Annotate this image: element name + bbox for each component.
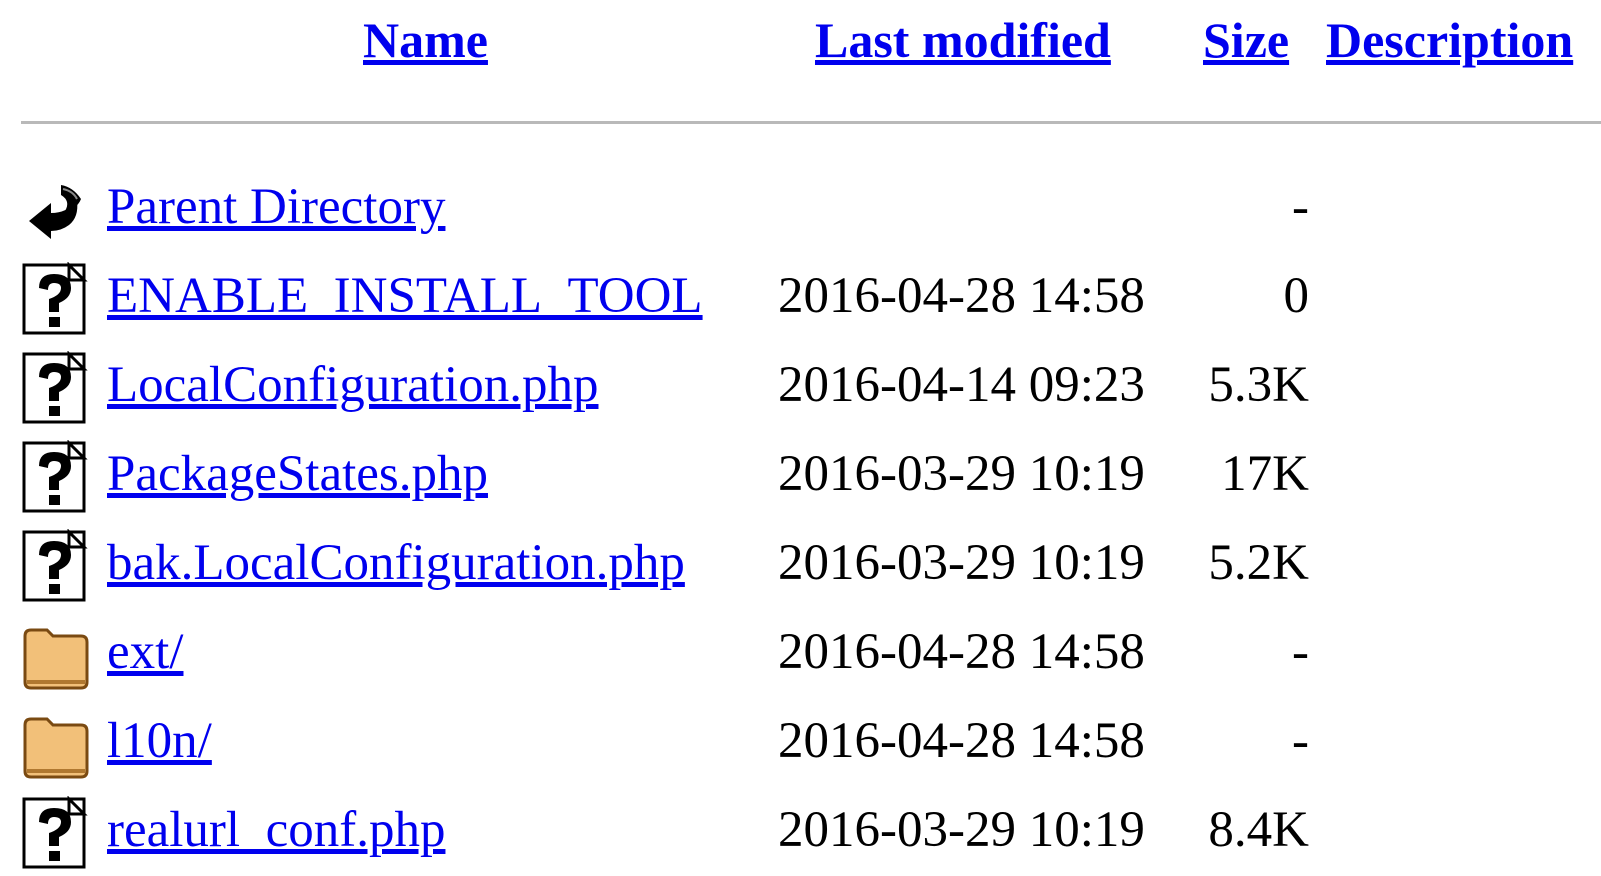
- last-modified: 2016-04-28 14:58: [778, 268, 1145, 324]
- last-modified: 2016-04-28 14:58: [778, 713, 1145, 769]
- file-size: 5.3K: [1208, 357, 1309, 413]
- sort-by-name-link[interactable]: Name: [363, 8, 488, 72]
- sort-by-last-modified-link[interactable]: Last modified: [815, 8, 1111, 72]
- file-link[interactable]: ENABLE_INSTALL_TOOL: [107, 254, 703, 338]
- list-item: bak.LocalConfiguration.php 2016-03-29 10…: [0, 521, 1601, 611]
- list-item: PackageStates.php 2016-03-29 10:19 17K: [0, 432, 1601, 522]
- list-item: ENABLE_INSTALL_TOOL 2016-04-28 14:58 0: [0, 254, 1601, 344]
- list-item: realurl_conf.php 2016-03-29 10:19 8.4K: [0, 788, 1601, 876]
- file-size: -: [1292, 713, 1309, 769]
- sort-by-description-link[interactable]: Description: [1326, 8, 1573, 72]
- folder-icon: [21, 618, 91, 692]
- unknown-file-icon: [21, 529, 91, 603]
- last-modified: 2016-03-29 10:19: [778, 446, 1145, 502]
- last-modified: 2016-03-29 10:19: [778, 802, 1145, 858]
- list-item: LocalConfiguration.php 2016-04-14 09:23 …: [0, 343, 1601, 433]
- file-size: 17K: [1221, 446, 1309, 502]
- unknown-file-icon: [21, 262, 91, 336]
- unknown-file-icon: [21, 351, 91, 425]
- last-modified: 2016-04-14 09:23: [778, 357, 1145, 413]
- header-divider: [21, 121, 1601, 124]
- file-size: -: [1292, 624, 1309, 680]
- last-modified: 2016-04-28 14:58: [778, 624, 1145, 680]
- folder-icon: [21, 707, 91, 781]
- file-link[interactable]: bak.LocalConfiguration.php: [107, 521, 685, 605]
- sort-by-size-link[interactable]: Size: [1203, 8, 1289, 72]
- list-item: ext/ 2016-04-28 14:58 -: [0, 610, 1601, 700]
- file-size: -: [1292, 179, 1309, 235]
- file-size: 8.4K: [1208, 802, 1309, 858]
- folder-link[interactable]: l10n/: [107, 699, 212, 783]
- file-size: 0: [1283, 268, 1310, 324]
- file-size: 5.2K: [1208, 535, 1309, 591]
- unknown-file-icon: [21, 796, 91, 870]
- back-icon: [21, 173, 91, 247]
- file-link[interactable]: realurl_conf.php: [107, 788, 445, 872]
- listing-header: Name Last modified Size Description: [0, 8, 1601, 78]
- file-link[interactable]: LocalConfiguration.php: [107, 343, 598, 427]
- file-link[interactable]: PackageStates.php: [107, 432, 488, 516]
- folder-link[interactable]: ext/: [107, 610, 183, 694]
- list-item: Parent Directory -: [0, 165, 1601, 255]
- last-modified: 2016-03-29 10:19: [778, 535, 1145, 591]
- list-item: l10n/ 2016-04-28 14:58 -: [0, 699, 1601, 789]
- unknown-file-icon: [21, 440, 91, 514]
- parent-directory-link[interactable]: Parent Directory: [107, 165, 445, 249]
